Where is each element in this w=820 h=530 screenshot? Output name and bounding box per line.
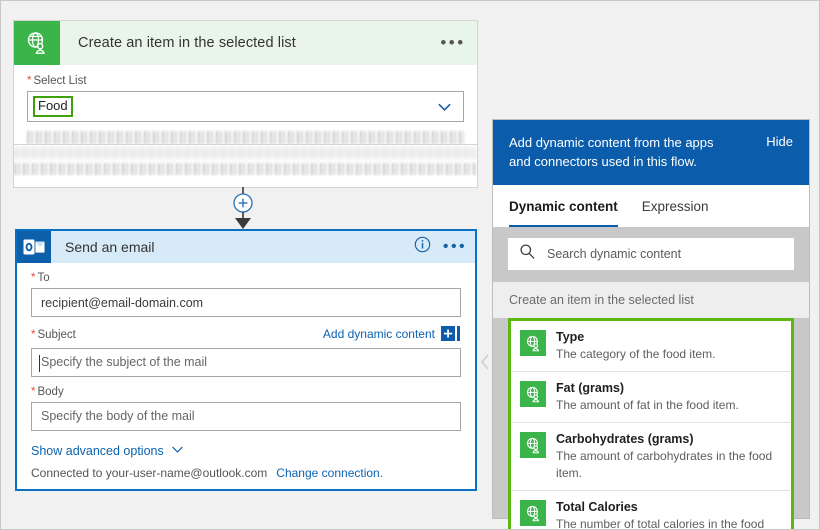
add-dynamic-content-button[interactable]: Add dynamic content <box>323 326 461 341</box>
redacted-field-row <box>27 131 464 144</box>
redacted-field-row <box>14 147 477 159</box>
action-card-create-item[interactable]: Create an item in the selected list ••• … <box>13 20 478 149</box>
show-advanced-options-button[interactable]: Show advanced options <box>31 443 461 459</box>
change-connection-link[interactable]: Change connection. <box>276 466 383 480</box>
action-card-send-email[interactable]: Send an email ••• *To recipient@email-do… <box>15 229 477 491</box>
select-list-value: Food <box>33 96 73 117</box>
tab-dynamic-content[interactable]: Dynamic content <box>509 185 618 227</box>
subject-label: *Subject <box>31 329 76 341</box>
subject-placeholder: Specify the subject of the mail <box>41 355 207 369</box>
tab-expression[interactable]: Expression <box>642 185 709 227</box>
required-marker: * <box>31 272 35 284</box>
globe-person-icon <box>14 21 60 65</box>
list-item-description: The amount of carbohydrates in the food … <box>556 448 782 482</box>
info-icon[interactable] <box>409 236 435 258</box>
required-marker: * <box>27 75 31 87</box>
send-email-title: Send an email <box>51 239 409 255</box>
list-item-texts: Total Calories The number of total calor… <box>556 499 782 530</box>
chevron-down-icon <box>171 443 184 459</box>
send-email-menu-button[interactable]: ••• <box>435 244 475 250</box>
globe-person-icon <box>520 381 546 407</box>
dynamic-content-list: Type The category of the food item. <box>508 318 794 530</box>
dynamic-content-tabs: Dynamic content Expression <box>493 185 809 227</box>
add-dynamic-content-label: Add dynamic content <box>323 327 435 341</box>
list-item[interactable]: Fat (grams) The amount of fat in the foo… <box>512 372 790 423</box>
send-email-header[interactable]: Send an email ••• <box>17 231 475 263</box>
power-automate-flow-designer: Create an item in the selected list ••• … <box>0 0 820 530</box>
list-item[interactable]: Carbohydrates (grams) The amount of carb… <box>512 423 790 491</box>
redacted-field-row <box>14 163 477 175</box>
action-card-body: *Select List Food <box>14 65 477 148</box>
list-item-name: Type <box>556 329 782 345</box>
connected-to-text: Connected to your-user-name@outlook.com <box>31 466 267 480</box>
body-input[interactable]: Specify the body of the mail <box>31 402 461 431</box>
list-item-name: Total Calories <box>556 499 782 515</box>
list-item-name: Carbohydrates (grams) <box>556 431 782 447</box>
required-marker: * <box>31 329 35 341</box>
connection-status: Connected to your-user-name@outlook.com … <box>31 466 461 480</box>
dynamic-content-banner: Add dynamic content from the apps and co… <box>493 120 809 185</box>
search-icon <box>519 243 536 265</box>
search-dynamic-content-input[interactable]: Search dynamic content <box>508 238 794 270</box>
to-label: *To <box>31 272 461 284</box>
action-card-menu-button[interactable]: ••• <box>435 39 477 47</box>
hide-panel-button[interactable]: Hide <box>766 133 793 149</box>
spacer <box>31 317 461 326</box>
list-item-description: The number of total calories in the food… <box>556 516 782 530</box>
redacted-action-card <box>13 144 478 188</box>
spacer <box>31 377 461 386</box>
list-item-description: The amount of fat in the food item. <box>556 397 782 414</box>
list-item-texts: Carbohydrates (grams) The amount of carb… <box>556 431 782 482</box>
action-card-header[interactable]: Create an item in the selected list ••• <box>14 21 477 65</box>
list-item-texts: Type The category of the food item. <box>556 329 782 363</box>
subject-field-row: *Subject Add dynamic content <box>31 326 461 345</box>
action-card-title: Create an item in the selected list <box>60 35 435 51</box>
list-item[interactable]: Total Calories The number of total calor… <box>512 491 790 530</box>
select-list-label: *Select List <box>27 75 464 87</box>
body-placeholder: Specify the body of the mail <box>41 409 195 423</box>
flow-canvas: Create an item in the selected list ••• … <box>1 1 490 530</box>
required-marker: * <box>31 386 35 398</box>
subject-input[interactable]: Specify the subject of the mail <box>31 348 461 377</box>
outlook-icon <box>17 231 51 263</box>
dynamic-content-group-label: Create an item in the selected list <box>493 282 809 318</box>
list-item-name: Fat (grams) <box>556 380 782 396</box>
chevron-down-icon[interactable] <box>437 99 452 114</box>
panel-collapse-handle[interactable] <box>478 338 492 386</box>
list-item[interactable]: Type The category of the food item. <box>512 321 790 372</box>
text-cursor <box>39 355 40 372</box>
dynamic-content-banner-text: Add dynamic content from the apps and co… <box>509 133 734 171</box>
globe-person-icon <box>520 500 546 526</box>
globe-person-icon <box>520 330 546 356</box>
show-advanced-options-label: Show advanced options <box>31 444 164 458</box>
select-list-value-wrap: Food <box>28 96 73 117</box>
list-item-texts: Fat (grams) The amount of fat in the foo… <box>556 380 782 414</box>
select-list-dropdown[interactable]: Food <box>27 91 464 122</box>
plus-icon[interactable] <box>441 326 461 341</box>
dynamic-content-panel: Add dynamic content from the apps and co… <box>492 119 810 519</box>
send-email-body: *To recipient@email-domain.com *Subject … <box>17 263 475 489</box>
body-label: *Body <box>31 386 461 398</box>
to-input[interactable]: recipient@email-domain.com <box>31 288 461 317</box>
search-section: Search dynamic content <box>493 227 809 282</box>
dynamic-content-list-wrap: Type The category of the food item. <box>508 318 794 530</box>
search-placeholder: Search dynamic content <box>547 247 681 261</box>
list-item-description: The category of the food item. <box>556 346 782 363</box>
to-input-value: recipient@email-domain.com <box>41 296 203 310</box>
globe-person-icon <box>520 432 546 458</box>
insert-step-button[interactable] <box>223 187 263 232</box>
